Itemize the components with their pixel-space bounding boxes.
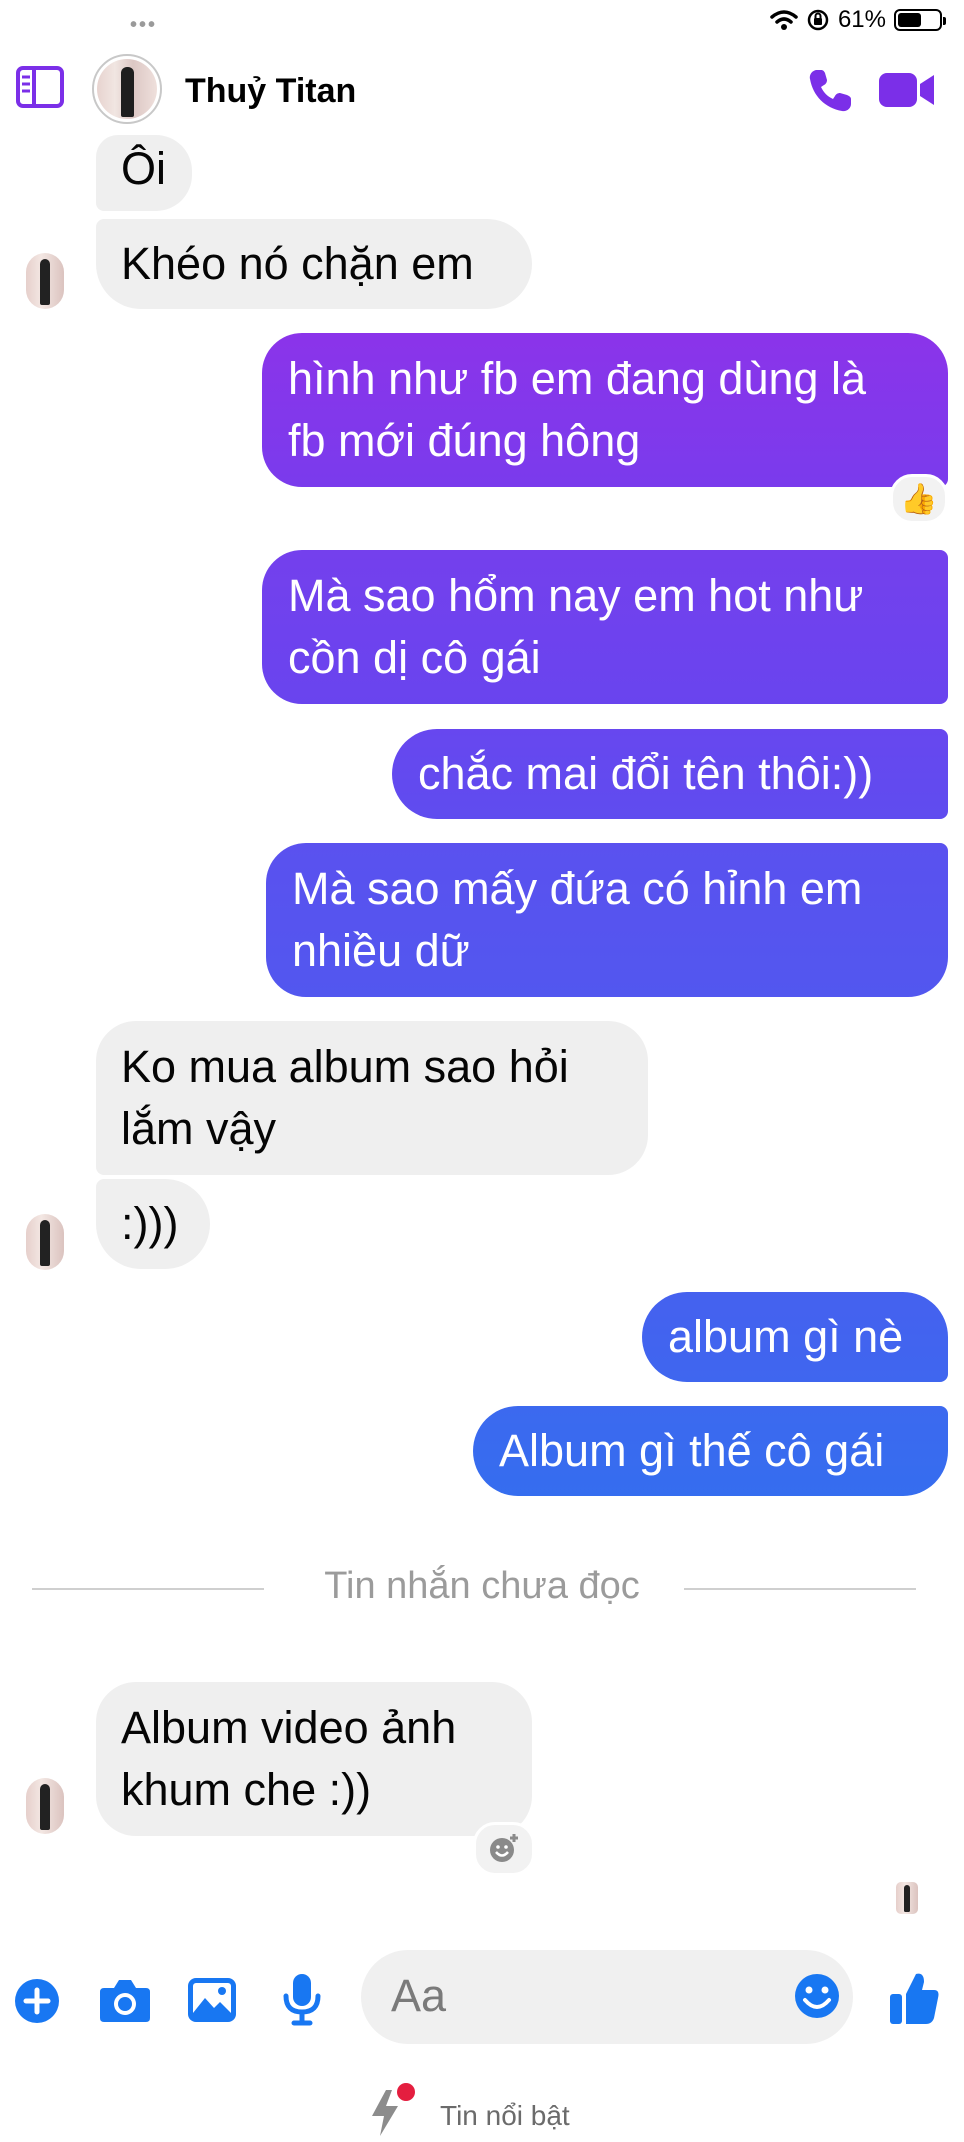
unread-messages-divider: Tin nhắn chưa đọc — [324, 1565, 640, 1607]
message-text: album gì nè — [668, 1311, 904, 1362]
battery-level — [898, 13, 921, 27]
phone-icon[interactable] — [805, 66, 855, 116]
highlights-label: Tin nổi bật — [440, 2100, 570, 2131]
message-text-line: cồn dị cô gái — [288, 632, 541, 683]
highlights-bar[interactable]: Tin nổi bật — [0, 2080, 964, 2142]
message-bubble[interactable]: hình như fb em đang dùng là fb mới đúng … — [262, 333, 948, 487]
message-text-line: Mà sao mấy đứa có hỉnh em — [292, 863, 863, 914]
battery-percentage: 61% — [837, 6, 886, 33]
message-bubble[interactable]: Mà sao mấy đứa có hỉnh em nhiều dữ — [266, 843, 948, 997]
status-bar: ••• 61% — [0, 0, 964, 44]
like-icon[interactable] — [888, 1970, 940, 2026]
microphone-icon[interactable] — [282, 1972, 322, 2026]
chat-header: Thuỷ Titan — [0, 44, 964, 140]
orientation-lock-icon — [807, 9, 829, 31]
messenger-chat-screen: ••• 61% Thuỷ Titan Ôi Khéo nó chặn em hì… — [0, 0, 964, 2142]
divider-line-right — [684, 1588, 916, 1590]
message-bubble[interactable]: Ôi — [96, 135, 192, 211]
read-receipt-avatar — [896, 1882, 918, 1914]
sender-avatar[interactable] — [26, 1778, 64, 1834]
camera-icon[interactable] — [98, 1976, 152, 2024]
message-bubble[interactable]: Khéo nó chặn em — [96, 219, 532, 309]
message-composer: Aa — [0, 1940, 964, 2062]
battery-icon — [894, 9, 946, 31]
message-text-line: Album video ảnh — [121, 1702, 457, 1753]
message-bubble[interactable]: chắc mai đổi tên thôi:)) — [392, 729, 948, 819]
message-text-line: nhiều dữ — [292, 925, 470, 976]
message-bubble[interactable]: Mà sao hổm nay em hot như cồn dị cô gái — [262, 550, 948, 704]
message-bubble[interactable]: Ko mua album sao hỏi lắm vậy — [96, 1021, 648, 1175]
contact-avatar[interactable] — [92, 54, 162, 124]
message-text-line: khum che :)) — [121, 1764, 372, 1815]
add-reaction-button[interactable] — [473, 1822, 535, 1876]
sidebar-icon[interactable] — [16, 66, 64, 108]
add-reaction-icon — [490, 1834, 518, 1862]
lightning-icon — [372, 2083, 415, 2136]
message-text: Album gì thế cô gái — [499, 1425, 885, 1476]
sender-avatar[interactable] — [26, 253, 64, 309]
message-text-line: lắm vậy — [121, 1103, 277, 1154]
message-text: chắc mai đổi tên thôi:)) — [418, 748, 874, 799]
like-reaction[interactable]: 👍 — [890, 474, 948, 524]
contact-name[interactable]: Thuỷ Titan — [185, 72, 356, 111]
message-bubble[interactable]: Album video ảnh khum che :)) — [96, 1682, 532, 1836]
message-bubble[interactable]: :))) — [96, 1179, 210, 1269]
message-input-placeholder: Aa — [391, 1970, 447, 2021]
plus-icon[interactable] — [14, 1978, 60, 2024]
message-bubble[interactable]: album gì nè — [642, 1292, 948, 1382]
message-bubble[interactable]: Album gì thế cô gái — [473, 1406, 948, 1496]
emoji-icon[interactable] — [793, 1972, 841, 2020]
message-input[interactable]: Aa — [361, 1950, 853, 2044]
message-text: :))) — [121, 1198, 179, 1249]
message-text-line: hình như fb em đang dùng là — [288, 353, 867, 404]
status-indicators: 61% — [770, 6, 946, 34]
message-text-line: Ko mua album sao hỏi — [121, 1041, 569, 1092]
multitasking-dots[interactable]: ••• — [130, 14, 157, 37]
sender-avatar[interactable] — [26, 1214, 64, 1270]
wifi-icon — [770, 10, 798, 30]
video-call-icon[interactable] — [878, 70, 936, 110]
message-text-line: fb mới đúng hông — [288, 415, 641, 466]
message-text: Ôi — [121, 143, 166, 194]
message-text: Khéo nó chặn em — [121, 238, 474, 289]
message-text-line: Mà sao hổm nay em hot như — [288, 570, 864, 621]
gallery-icon[interactable] — [186, 1976, 238, 2024]
